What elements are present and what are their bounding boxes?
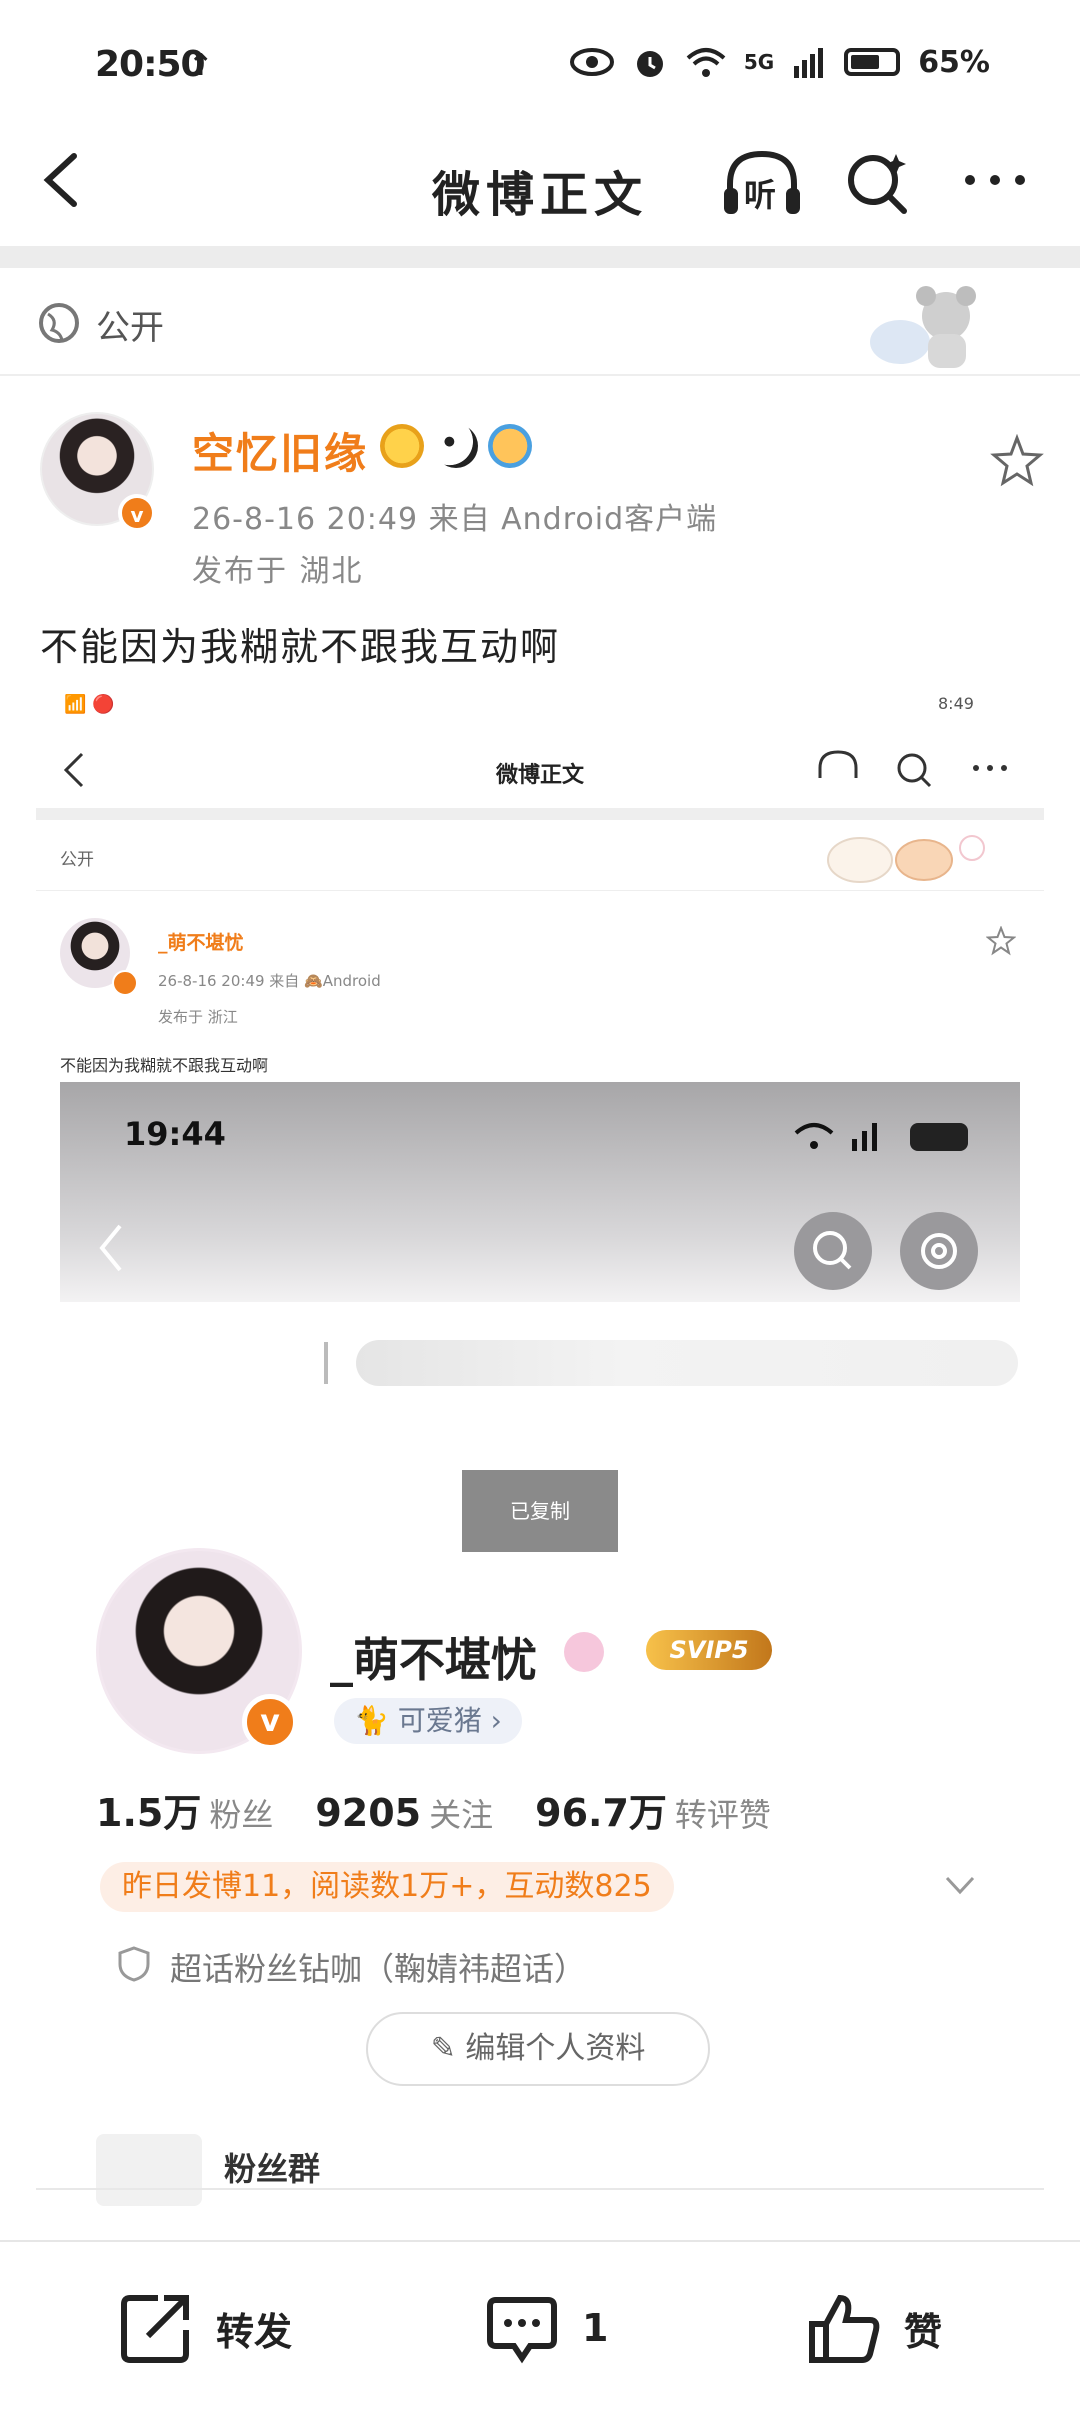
- stat-fans: 1.5万 粉丝: [96, 1782, 273, 1837]
- comment-icon: [487, 2297, 557, 2364]
- copied-toast: 已复制: [462, 1470, 618, 1552]
- nav-divider: [0, 246, 1080, 268]
- profile-tag: 🐈 可爱猪 ›: [334, 1698, 522, 1744]
- stat-number: 9205: [315, 1791, 422, 1835]
- stat-label: 关注: [429, 1796, 494, 1834]
- inner-gear-icon: [921, 1233, 957, 1269]
- crown-badge-icon: [380, 424, 424, 468]
- globe-icon: [39, 303, 79, 343]
- section-divider: [0, 374, 1080, 376]
- embedded-visibility: 公开: [60, 850, 94, 870]
- stat-interactions: 96.7万 转评赞: [535, 1782, 771, 1837]
- inner-settings-button: [900, 1212, 978, 1290]
- inner-search-icon: [813, 1231, 852, 1270]
- embedded-verified-badge: [112, 970, 138, 996]
- page-title: 微博正文: [431, 167, 648, 223]
- more-icon[interactable]: [960, 160, 1030, 200]
- embedded-post-text: 不能因为我糊就不跟我互动啊: [60, 1056, 269, 1075]
- upload-indicator: ↑: [188, 48, 214, 83]
- stat-number: 1.5万: [96, 1791, 202, 1835]
- fish-badge-icon: [488, 424, 532, 468]
- svip-badge: SVIP5: [646, 1630, 772, 1670]
- super-topic-fan-label: 超话粉丝钻咖（鞠婧祎超话）: [170, 1950, 587, 1988]
- embedded-bottom-divider: [36, 2188, 1044, 2190]
- post-location: 发布于 湖北: [192, 554, 364, 589]
- stat-label: 转评赞: [674, 1796, 771, 1834]
- embedded-nav-icons: [818, 750, 1007, 788]
- verified-badge: v: [118, 494, 156, 532]
- teddy-bear-decoration-icon: [870, 286, 976, 368]
- fans-group-label: 粉丝群: [224, 2150, 321, 2188]
- comment-count: 1: [582, 2306, 609, 2350]
- post-meta: 26-8-16 20:49 来自 Android客户端: [192, 502, 718, 537]
- status-icons: 5G 65%: [569, 44, 990, 80]
- stat-label: 粉丝: [209, 1796, 274, 1834]
- listen-label: 听: [744, 176, 777, 214]
- embedded-section-divider: [36, 890, 1044, 891]
- network-type: 5G: [743, 50, 775, 74]
- like-button[interactable]: 赞: [806, 2290, 942, 2366]
- inner-cursor-bar: [324, 1342, 328, 1384]
- wifi-icon: [686, 48, 726, 77]
- shield-icon: [118, 1946, 150, 1982]
- repost-icon: [121, 2295, 189, 2363]
- inner-input-blurred: [356, 1340, 1018, 1386]
- alarm-icon: [636, 51, 663, 77]
- embedded-nav-divider: [36, 808, 1044, 820]
- embedded-animal-decoration-icon: [827, 835, 985, 883]
- signal-icon: [794, 48, 824, 78]
- inner-status-time: 19:44: [124, 1115, 226, 1153]
- comment-button[interactable]: 1: [484, 2290, 608, 2366]
- embedded-post-location: 发布于 浙江: [158, 1008, 238, 1026]
- like-label: 赞: [904, 2309, 943, 2354]
- repost-button[interactable]: 转发: [118, 2290, 292, 2366]
- stat-number: 96.7万: [535, 1791, 667, 1835]
- embedded-status-time: 8:49: [938, 694, 974, 713]
- battery-icon: [844, 48, 901, 76]
- star-icon[interactable]: [990, 434, 1044, 488]
- listen-button[interactable]: 听: [720, 148, 804, 220]
- author-name[interactable]: 空忆旧缘: [192, 420, 368, 481]
- visibility-label: 公开: [96, 308, 164, 348]
- profile-stats: 1.5万 粉丝 9205 关注 96.7万 转评赞: [96, 1782, 771, 1837]
- panda-badge-icon: [434, 424, 478, 468]
- embedded-post-meta: 26-8-16 20:49 来自 🙈Android: [158, 972, 381, 990]
- profile-name: _萌不堪忧: [330, 1633, 537, 1687]
- inner-search-button: [794, 1212, 872, 1290]
- edit-profile-button: ✎ 编辑个人资料: [366, 2012, 710, 2086]
- embedded-star-icon: [986, 926, 1016, 956]
- chevron-down-icon: [945, 1876, 975, 1895]
- embedded-author-name: _萌不堪忧: [158, 932, 244, 954]
- embedded-status-icons: 📶 🔴: [64, 694, 115, 715]
- profile-search-badge-icon: [564, 1632, 604, 1672]
- profile-verified-badge: v: [242, 1694, 298, 1750]
- fans-group-icon: [96, 2134, 202, 2206]
- repost-label: 转发: [216, 2309, 293, 2354]
- like-icon: [809, 2294, 880, 2363]
- activity-notice: 昨日发博11，阅读数1万+，互动数825: [100, 1862, 674, 1912]
- inner-back-icon: [99, 1224, 122, 1272]
- post-text: 不能因为我糊就不跟我互动啊: [40, 625, 561, 669]
- search-icon[interactable]: [844, 150, 910, 216]
- inner-status-icons: [794, 1123, 968, 1151]
- eye-icon: [569, 48, 614, 76]
- stat-following: 9205 关注: [315, 1790, 493, 1836]
- battery-level: 65%: [918, 44, 990, 80]
